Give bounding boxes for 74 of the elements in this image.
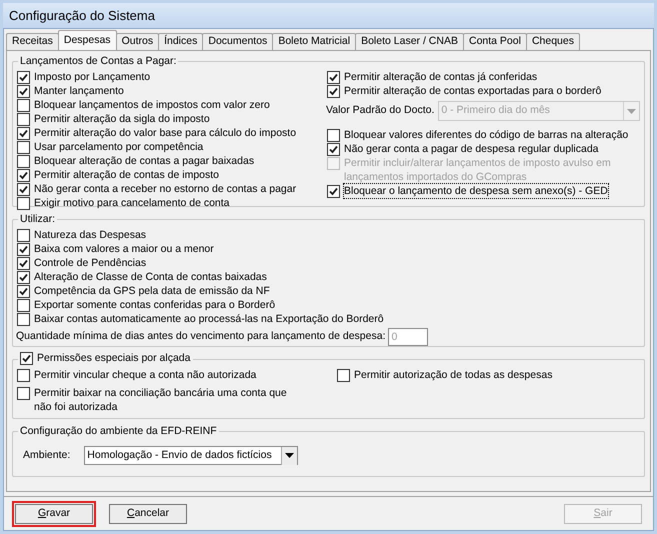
checkbox-label: Permitir incluir/alterar lançamentos de imposto avulso em lançamentos importados do GCompras: [344, 156, 612, 184]
tab[interactable]: Conta Pool: [462, 33, 527, 50]
checkbox-label: Alteração de Classe de Conta de contas baixadas: [34, 270, 267, 284]
checkbox[interactable]: [327, 85, 340, 98]
checkbox-label: Permitir autorização de todas as despesas: [354, 368, 552, 382]
checkbox-label: Bloquear lançamentos de impostos com valor zero: [34, 98, 270, 112]
tab[interactable]: Outros: [116, 33, 160, 50]
field-label: Valor Padrão do Docto.: [326, 103, 434, 118]
group-title: Lançamentos de Contas a Pagar:: [20, 55, 176, 67]
dropdown-value: 0 - Primeiro dia do mês: [440, 103, 551, 118]
checkbox-label: Bloquear valores diferentes do código de barras na alteração: [344, 128, 628, 142]
checkbox-label: Permitir vincular cheque a conta não autorizada: [34, 368, 256, 382]
checkbox[interactable]: [17, 155, 30, 168]
dropdown[interactable]: Homologação - Envio de dados fictícios: [84, 446, 298, 465]
checkbox-label: Bloquear o lançamento de despesa sem anexo(s) - GED: [344, 184, 608, 198]
dialog-button[interactable]: Gravar: [15, 504, 93, 524]
checkbox[interactable]: [327, 129, 340, 142]
checkbox[interactable]: [17, 229, 30, 242]
checkbox[interactable]: [20, 352, 33, 365]
checkbox-label: Baixar contas automaticamente ao processá-las na Exportação do Borderô: [34, 312, 384, 326]
checkbox[interactable]: [17, 369, 30, 382]
checkbox[interactable]: [17, 243, 30, 256]
checkbox-label: Não gerar conta a pagar de despesa regular duplicada: [344, 142, 599, 156]
field-label: Ambiente:: [23, 448, 70, 463]
checkbox-label: Não gerar conta a receber no estorno de contas a pagar: [34, 182, 296, 196]
field-label: Quantidade mínima de dias antes do vencimento para lançamento de despesa:: [16, 329, 386, 344]
group-title: Utilizar:: [20, 213, 56, 225]
checkbox-label: Natureza das Despesas: [34, 228, 146, 242]
checkbox[interactable]: [17, 285, 30, 298]
dropdown-value: Homologação - Envio de dados fictícios: [86, 448, 273, 463]
tab[interactable]: Documentos: [202, 33, 274, 50]
checkbox-label: Permitir alteração da sigla do imposto: [34, 112, 210, 126]
checkbox-label: Imposto por Lançamento: [34, 70, 150, 84]
dialog-button[interactable]: Cancelar: [109, 504, 187, 524]
checkbox-label: Controle de Pendências: [34, 256, 146, 270]
checkbox[interactable]: [17, 113, 30, 126]
checkbox[interactable]: [17, 299, 30, 312]
checkbox-label: Exportar somente contas conferidas para o Borderô: [34, 298, 276, 312]
checkbox-label: Permissões especiais por alçada: [37, 351, 190, 365]
tab[interactable]: Despesas: [58, 30, 117, 50]
checkbox-label: Permitir baixar na conciliação bancária uma conta que não foi autorizada: [34, 386, 288, 414]
checkbox[interactable]: [17, 271, 30, 284]
checkbox-label: Bloquear alteração de contas a pagar baixadas: [34, 154, 254, 168]
checkbox[interactable]: [17, 99, 30, 112]
checkbox-label: Baixa com valores a maior ou a menor: [34, 242, 214, 256]
checkbox[interactable]: [17, 197, 30, 210]
checkbox-label: Usar parcelamento por competência: [34, 140, 204, 154]
checkbox-label: Exigir motivo para cancelamento de conta: [34, 196, 230, 210]
tab[interactable]: Boleto Laser / CNAB: [355, 33, 464, 50]
checkbox[interactable]: [17, 71, 30, 84]
tab[interactable]: Cheques: [526, 33, 580, 50]
checkbox-label: Manter lançamento: [34, 84, 124, 98]
checkbox[interactable]: [17, 257, 30, 270]
checkbox[interactable]: [17, 183, 30, 196]
checkbox[interactable]: [17, 127, 30, 140]
checkbox[interactable]: [327, 185, 340, 198]
checkbox[interactable]: [327, 71, 340, 84]
checkbox[interactable]: [17, 313, 30, 326]
checkbox-label: Permitir alteração do valor base para cálculo do imposto: [34, 126, 296, 140]
checkbox[interactable]: [17, 141, 30, 154]
checkbox[interactable]: [337, 369, 350, 382]
group-title: Configuração do ambiente da EFD-REINF: [20, 425, 217, 437]
checkbox[interactable]: [17, 85, 30, 98]
checkbox-label: Permitir alteração de contas já conferidas: [344, 70, 538, 84]
checkbox-label: Competência da GPS pela data de emissão da NF: [34, 284, 270, 298]
tab[interactable]: Receitas: [6, 33, 59, 50]
tab[interactable]: Boleto Matricial: [272, 33, 356, 50]
checkbox[interactable]: [17, 169, 30, 182]
checkbox[interactable]: [327, 143, 340, 156]
tab[interactable]: Índices: [158, 33, 204, 50]
checkbox[interactable]: [17, 387, 30, 400]
checkbox-label: Permitir alteração de contas exportadas para o borderô: [344, 84, 602, 98]
checkbox-label: Permitir alteração de contas de imposto: [34, 168, 220, 182]
window-title: Configuração do Sistema: [9, 6, 155, 25]
